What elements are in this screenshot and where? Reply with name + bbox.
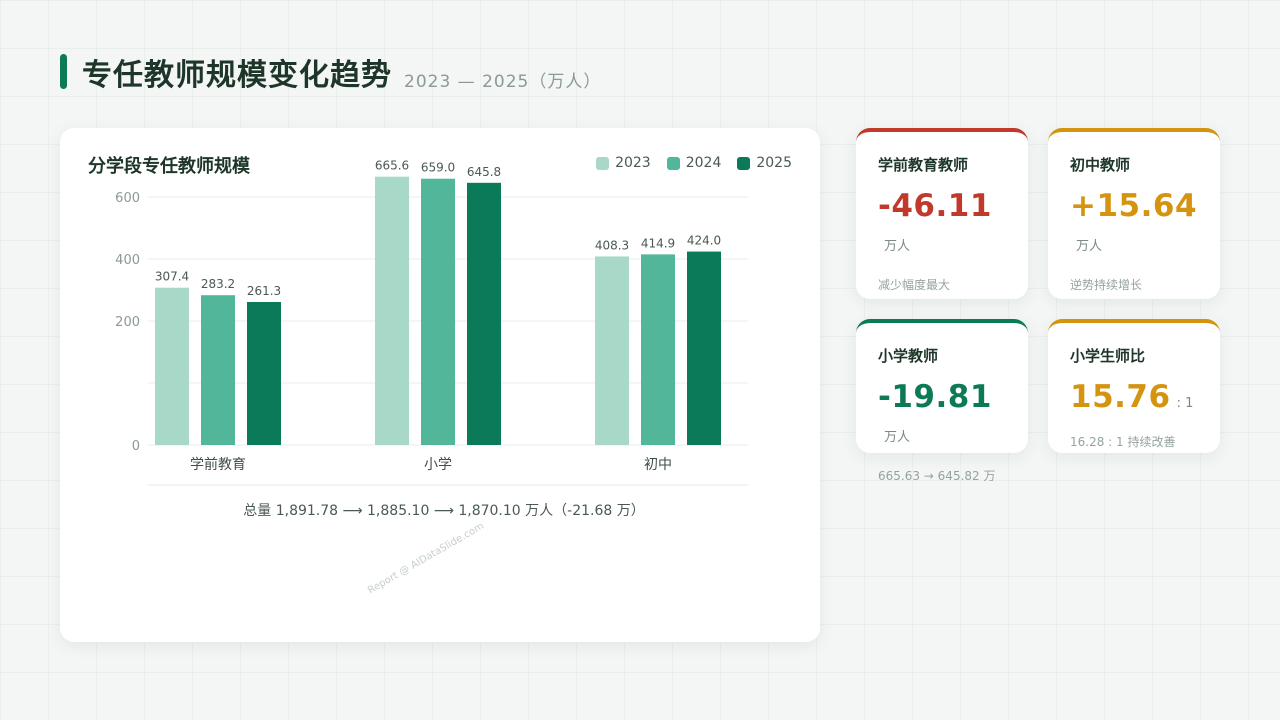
bar-2025 — [247, 301, 281, 445]
stat-label: 小学生师比 — [1070, 347, 1146, 365]
chart-title: 分学段专任教师规模 — [88, 156, 250, 177]
bar-2025 — [467, 182, 501, 445]
legend-swatch-2025 — [737, 156, 751, 170]
bar-value-label: 283.2 — [201, 277, 235, 291]
bar-value-label: 665.6 — [375, 159, 409, 173]
page-subtitle: 2023 — 2025（万人） — [404, 72, 602, 92]
bar-2023 — [375, 176, 409, 445]
y-tick-label: 600 — [115, 191, 140, 206]
bar-value-label: 261.3 — [247, 284, 281, 298]
bar-2024 — [641, 254, 675, 445]
y-tick-label: 400 — [115, 253, 140, 268]
stat-note: 665.63 → 645.82 万 — [878, 469, 996, 483]
stat-note: 16.28 : 1 持续改善 — [1070, 435, 1176, 449]
stat-card-primary-teachers: 小学教师 -19.81 万人 665.63 → 645.82 万 — [856, 319, 1028, 483]
y-tick-label: 0 — [132, 439, 140, 454]
stat-value-line: -46.11 万人 — [878, 189, 1006, 264]
stat-note: 逆势持续增长 — [1070, 278, 1143, 292]
stat-value: +15.64 — [1070, 188, 1198, 224]
chart-summary: 总量 1,891.78 ⟶ 1,885.10 ⟶ 1,870.10 万人（-21… — [243, 503, 644, 519]
stat-value-line: -19.81 万人 — [878, 380, 1006, 455]
stat-card-junior-high-teachers: 初中教师 +15.64 万人 逆势持续增长 — [1048, 128, 1220, 299]
title-accent-bar — [60, 54, 67, 89]
stat-value: -19.81 — [878, 379, 992, 415]
page-title: 专任教师规模变化趋势 — [82, 58, 392, 93]
x-category-label: 小学 — [424, 457, 452, 473]
stat-value: 15.76 — [1070, 379, 1171, 415]
legend-label-2023: 2023 — [615, 155, 651, 171]
stat-value: -46.11 — [878, 188, 992, 224]
legend-item-2025: 2025 — [737, 155, 792, 171]
bar-value-label: 307.4 — [155, 270, 189, 284]
bar-2024 — [421, 178, 455, 445]
stat-label: 学前教育教师 — [878, 156, 969, 174]
stat-unit: 万人 — [884, 239, 911, 254]
bar-2024 — [201, 295, 235, 445]
bar-value-label: 408.3 — [595, 238, 629, 252]
bar-2023 — [595, 256, 629, 445]
legend-item-2023: 2023 — [596, 155, 651, 171]
chart-legend: 2023 2024 2025 — [596, 155, 792, 171]
stat-unit: 万人 — [884, 430, 911, 445]
bar-value-label: 424.0 — [687, 234, 721, 248]
stat-value-line: 15.76 : 1 — [1070, 380, 1198, 421]
bar-value-label: 414.9 — [641, 236, 675, 250]
bar-chart: 0 200 400 600 307.4 283.2 261.3 学前教育 665.6 659.0 6… — [115, 159, 748, 519]
stat-unit: : 1 — [1176, 396, 1194, 411]
stat-label: 初中教师 — [1070, 156, 1131, 174]
y-tick-label: 200 — [115, 315, 140, 330]
legend-label-2025: 2025 — [756, 155, 792, 171]
x-category-label: 学前教育 — [190, 456, 246, 473]
stat-label: 小学教师 — [878, 347, 939, 365]
bar-2023 — [155, 287, 189, 445]
legend-label-2024: 2024 — [685, 155, 722, 171]
stat-card-preschool-teachers: 学前教育教师 -46.11 万人 减少幅度最大 — [856, 128, 1028, 299]
legend-item-2024: 2024 — [666, 155, 722, 171]
legend-swatch-2023 — [596, 156, 610, 170]
stat-unit: 万人 — [1076, 239, 1103, 254]
legend-swatch-2024 — [666, 156, 680, 170]
chart-card: 0 200 400 600 307.4 283.2 261.3 学前教育 665.6 659.0 6… — [60, 128, 820, 642]
bar-2025 — [687, 251, 721, 445]
stat-note: 减少幅度最大 — [878, 278, 951, 292]
bar-value-label: 659.0 — [421, 161, 455, 175]
bar-value-label: 645.8 — [467, 165, 501, 179]
stat-card-student-teacher-ratio: 小学生师比 15.76 : 1 16.28 : 1 持续改善 — [1048, 319, 1220, 453]
stat-value-line: +15.64 万人 — [1070, 189, 1197, 264]
x-category-label: 初中 — [644, 456, 672, 473]
